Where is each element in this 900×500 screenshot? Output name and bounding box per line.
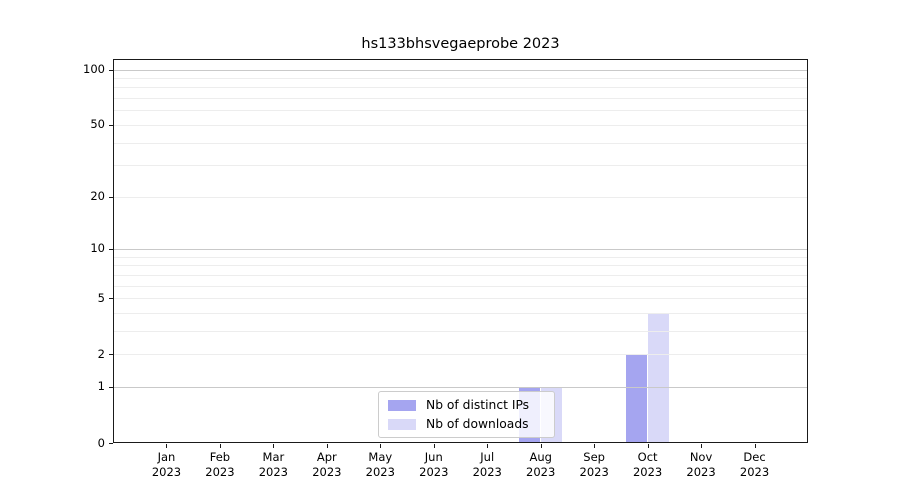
x-tick (380, 444, 382, 448)
x-tick (433, 444, 435, 448)
x-tick (326, 444, 328, 448)
x-tick (701, 444, 703, 448)
legend: Nb of distinct IPs Nb of downloads (378, 391, 555, 438)
y-tick (109, 354, 113, 356)
x-tick-label: Dec 2023 (739, 450, 770, 479)
y-tick-label: 0 (97, 435, 105, 450)
y-tick-label: 50 (90, 117, 105, 132)
x-tick (647, 444, 649, 448)
legend-item-distinct-ips: Nb of distinct IPs (388, 398, 545, 412)
legend-swatch-distinct-ips (388, 399, 416, 411)
plot-area (113, 59, 808, 443)
y-tick (109, 124, 113, 126)
y-tick-label: 1 (97, 379, 105, 394)
legend-label-downloads: Nb of downloads (426, 417, 529, 431)
x-tick (754, 444, 756, 448)
x-tick (219, 444, 221, 448)
y-tick-label: 100 (83, 62, 105, 77)
chart-title: hs133bhsvegaeprobe 2023 (361, 36, 560, 52)
legend-swatch-downloads (388, 418, 416, 430)
x-tick (540, 444, 542, 448)
x-tick (273, 444, 275, 448)
x-tick (594, 444, 596, 448)
y-tick-label: 20 (90, 189, 105, 204)
y-tick-label: 10 (90, 241, 105, 256)
y-tick-label: 5 (97, 290, 105, 305)
x-tick (487, 444, 489, 448)
y-tick (109, 443, 113, 444)
y-tick (109, 298, 113, 300)
y-tick (109, 196, 113, 198)
y-tick-label: 2 (97, 346, 105, 361)
bar-chart: hs133bhsvegaeprobe 2023 Nb of distinct I… (0, 0, 900, 500)
y-tick (109, 386, 113, 388)
legend-label-distinct-ips: Nb of distinct IPs (426, 398, 530, 412)
y-tick (109, 248, 113, 250)
legend-item-downloads: Nb of downloads (388, 417, 545, 431)
x-tick (166, 444, 168, 448)
y-tick (109, 69, 113, 71)
